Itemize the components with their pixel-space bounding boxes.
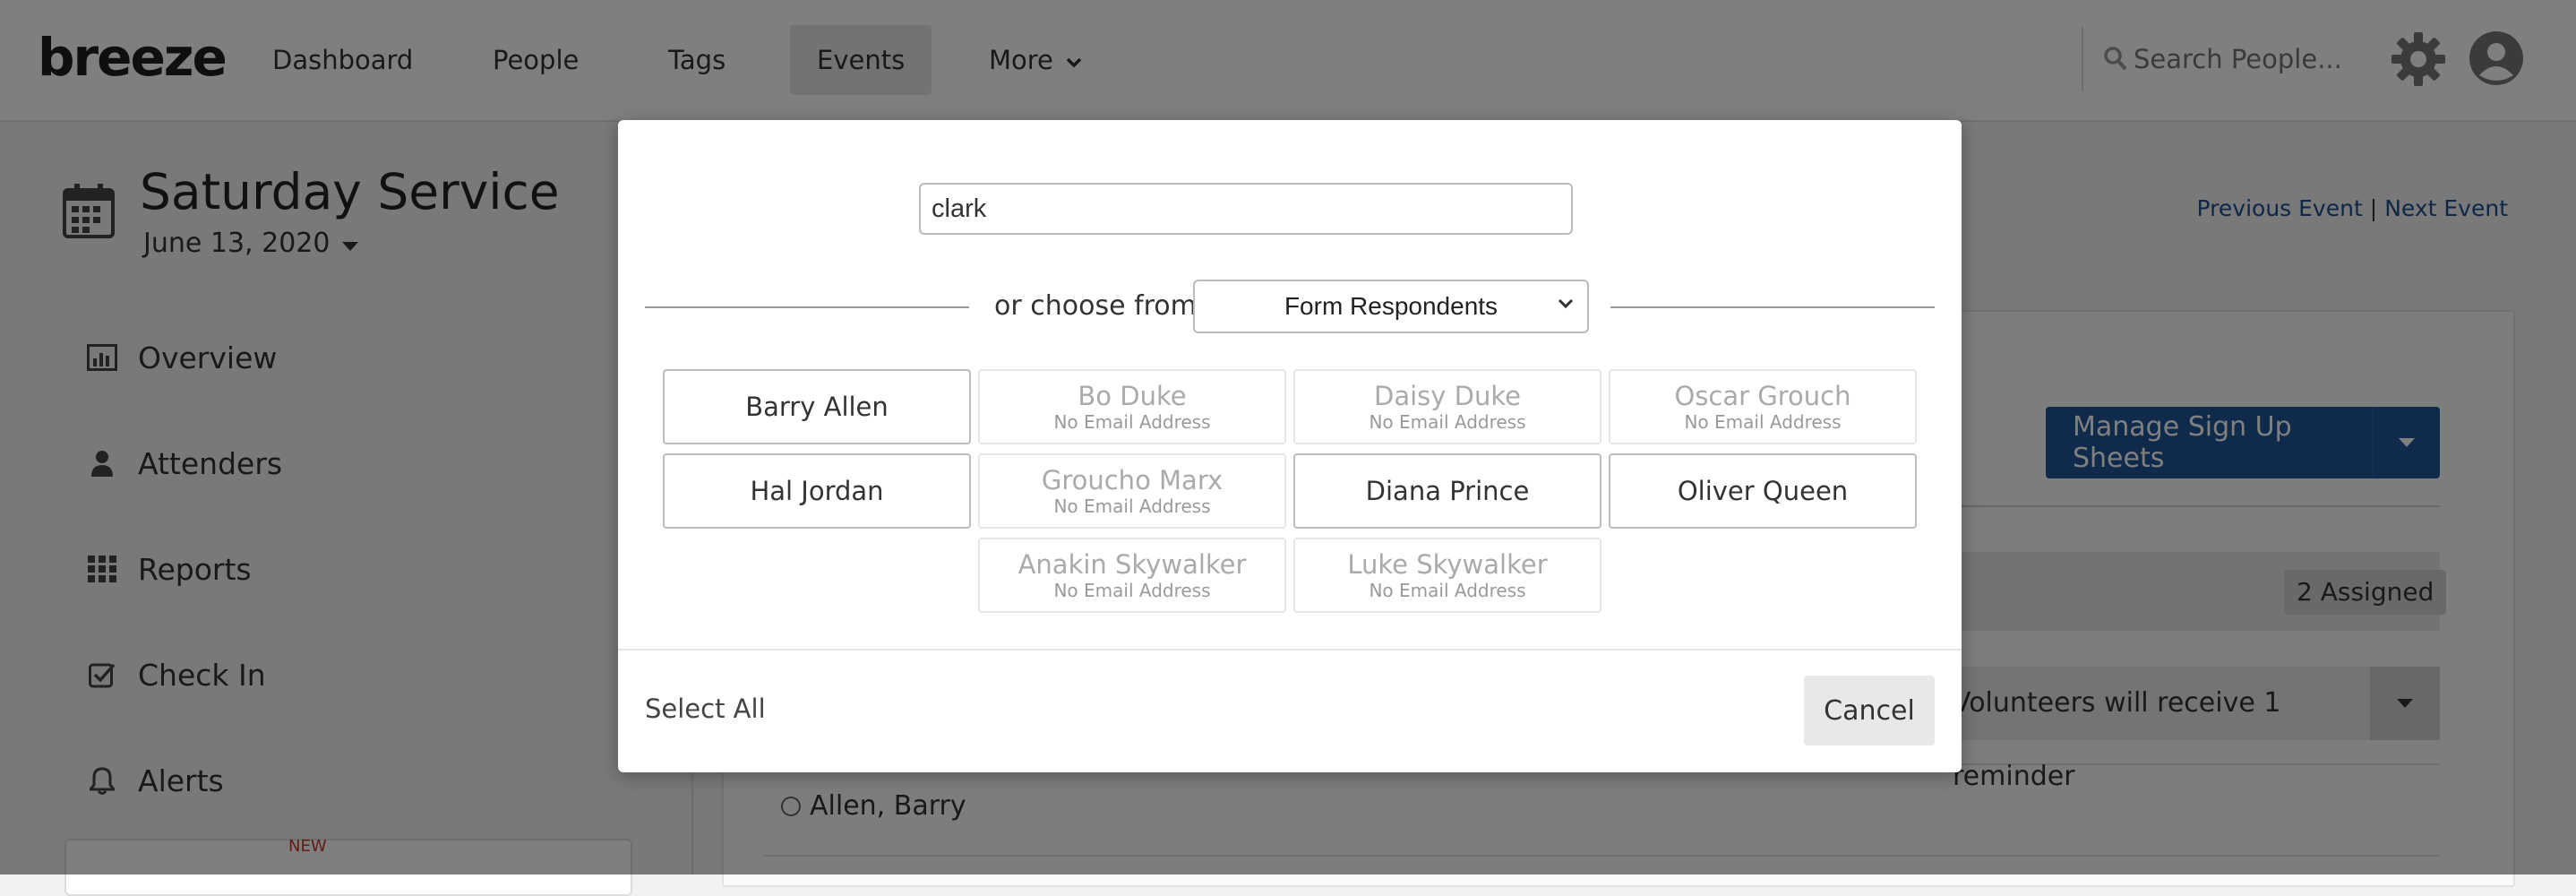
person-search-input[interactable] [919,183,1573,235]
choose-from-selected: Form Respondents [1284,292,1498,320]
divider-line [645,306,969,308]
person-button-luke-skywalker: Luke Skywalker No Email Address [1293,538,1601,613]
person-button-oscar-grouch: Oscar Grouch No Email Address [1609,369,1917,444]
select-all-link[interactable]: Select All [645,694,766,724]
person-name: Hal Jordan [750,476,884,506]
person-name: Diana Prince [1365,476,1530,506]
add-volunteers-modal: or choose from Form Respondents Barry Al… [618,120,1962,772]
person-name: Oliver Queen [1677,476,1849,506]
choose-from-select[interactable]: Form Respondents [1193,280,1589,333]
page: breeze Dashboard People Tags Events More [0,0,2576,896]
modal-footer-divider [618,649,1962,650]
person-name: Daisy Duke [1374,381,1521,411]
cancel-button[interactable]: Cancel [1804,676,1935,745]
person-name: Luke Skywalker [1347,549,1548,580]
person-button-daisy-duke: Daisy Duke No Email Address [1293,369,1601,444]
person-button-oliver-queen[interactable]: Oliver Queen [1609,453,1917,529]
person-email: No Email Address [1369,411,1526,433]
chevron-down-icon [1558,298,1574,309]
divider-line [1610,306,1935,308]
person-button-diana-prince[interactable]: Diana Prince [1293,453,1601,529]
choose-from-label: or choose from [994,290,1197,322]
person-email: No Email Address [1053,495,1211,517]
person-email: No Email Address [1684,411,1842,433]
person-email: No Email Address [1053,580,1211,601]
person-button-groucho-marx: Groucho Marx No Email Address [978,453,1286,529]
person-email: No Email Address [1053,411,1211,433]
person-button-barry-allen[interactable]: Barry Allen [663,369,971,444]
choose-from-row: or choose from Form Respondents [645,280,1935,335]
person-name: Oscar Grouch [1674,381,1851,411]
person-name: Bo Duke [1078,381,1187,411]
person-email: No Email Address [1369,580,1526,601]
person-name: Barry Allen [745,392,889,422]
person-button-hal-jordan[interactable]: Hal Jordan [663,453,971,529]
person-name: Anakin Skywalker [1018,549,1247,580]
person-button-bo-duke: Bo Duke No Email Address [978,369,1286,444]
person-name: Groucho Marx [1041,465,1224,495]
person-button-anakin-skywalker: Anakin Skywalker No Email Address [978,538,1286,613]
